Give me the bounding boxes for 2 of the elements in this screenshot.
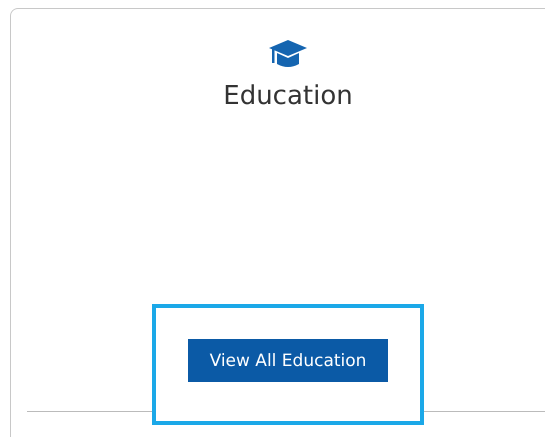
card-title: Education (223, 80, 353, 113)
view-all-button[interactable]: View All Education (188, 339, 388, 382)
